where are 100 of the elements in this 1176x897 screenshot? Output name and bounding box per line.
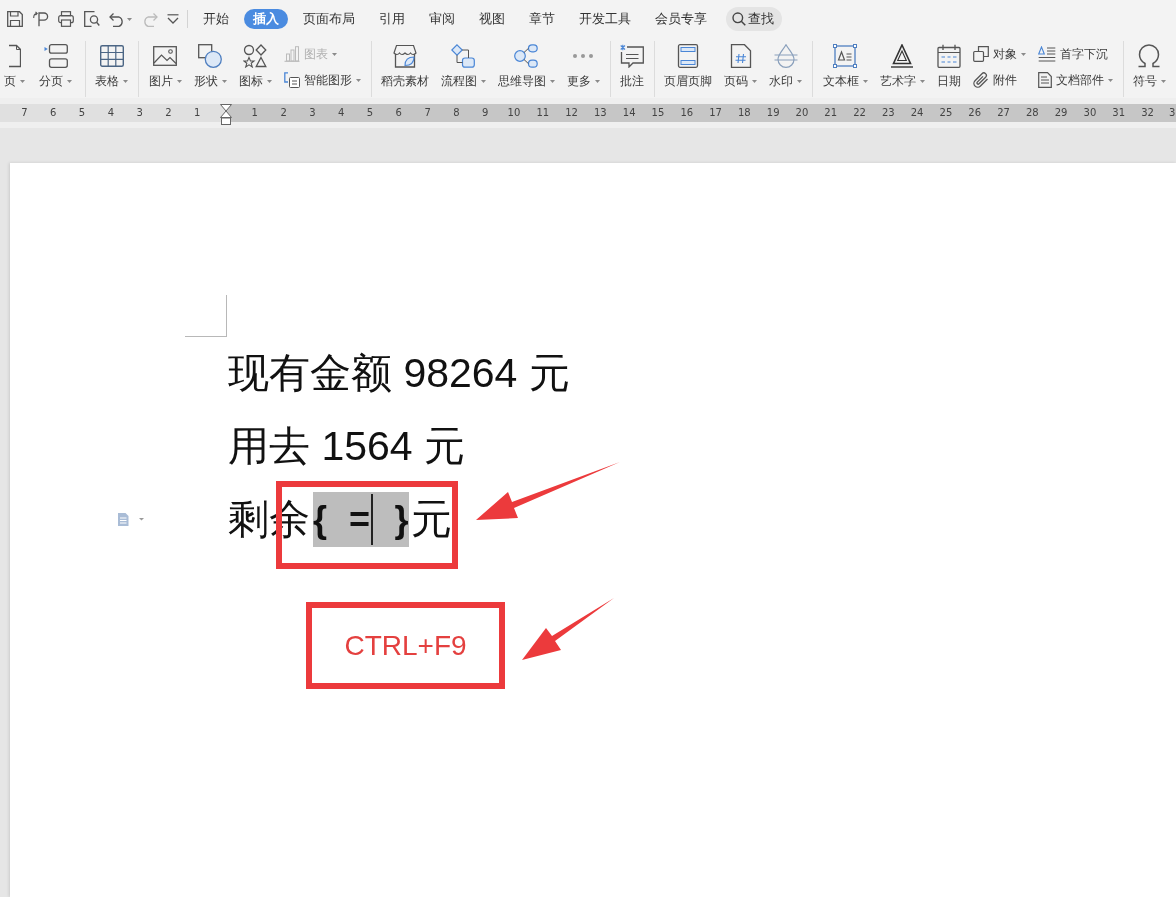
caret-icon bbox=[797, 79, 803, 83]
ribbon-small-button[interactable]: 对象 bbox=[972, 43, 1026, 65]
ruler-number: 23 bbox=[880, 106, 896, 120]
ruler-number: 29 bbox=[1053, 106, 1069, 120]
search-icon bbox=[732, 12, 746, 26]
menu-tab[interactable]: 视图 bbox=[470, 9, 514, 29]
indent-marker[interactable] bbox=[220, 104, 232, 125]
caret-icon bbox=[1020, 52, 1026, 56]
ruler-number: 14 bbox=[621, 106, 637, 120]
ribbon-small-button[interactable]: 智能图形 bbox=[283, 69, 361, 91]
save-icon bbox=[7, 11, 23, 27]
ruler-number: 15 bbox=[650, 106, 666, 120]
ruler-number: 19 bbox=[765, 106, 781, 120]
ruler-number: 12 bbox=[564, 106, 579, 120]
ribbon-button[interactable]: 文本框 bbox=[822, 44, 868, 88]
menu-tab[interactable]: 审阅 bbox=[420, 9, 464, 29]
ruler-number: 13 bbox=[593, 106, 608, 120]
search-button[interactable]: 查找 bbox=[726, 7, 782, 31]
ribbon-small-button[interactable]: 首字下沉 bbox=[1037, 43, 1113, 65]
ruler-number: 5 bbox=[77, 106, 87, 120]
ribbon-button[interactable]: 页码 bbox=[724, 44, 758, 88]
ruler-number: 4 bbox=[106, 106, 115, 120]
save-button[interactable] bbox=[7, 10, 23, 28]
menu-tab[interactable]: 页面布局 bbox=[294, 9, 364, 29]
menu-tab[interactable]: 开发工具 bbox=[570, 9, 640, 29]
ribbon-button[interactable]: 日期 bbox=[936, 44, 961, 88]
caret-icon bbox=[266, 79, 272, 83]
ribbon-button[interactable]: 更多 bbox=[566, 44, 600, 88]
comment-icon bbox=[620, 44, 645, 68]
ruler-number: 27 bbox=[996, 106, 1011, 120]
ribbon-button[interactable]: 流程图 bbox=[440, 44, 486, 88]
caret-icon bbox=[862, 79, 868, 83]
caret-icon bbox=[331, 52, 337, 56]
ribbon-button[interactable]: 页 bbox=[4, 44, 25, 88]
field-text: { = bbox=[313, 499, 371, 540]
ruler-number: 25 bbox=[938, 106, 954, 120]
text-boundary-mark bbox=[185, 295, 227, 337]
caret-icon bbox=[20, 79, 25, 83]
caret-icon bbox=[176, 79, 182, 83]
menu-tab[interactable]: 会员专享 bbox=[646, 9, 716, 29]
omega-icon bbox=[1137, 44, 1162, 68]
caret-icon bbox=[127, 17, 132, 21]
shortcut-callout: CTRL+F9 bbox=[306, 602, 505, 689]
caret-icon bbox=[919, 79, 925, 83]
shapes-icon bbox=[198, 44, 223, 68]
print-preview-icon bbox=[83, 11, 100, 27]
ruler-number: 2 bbox=[164, 106, 173, 120]
page-icon bbox=[8, 44, 21, 68]
ruler-number: 7 bbox=[20, 106, 29, 120]
caret-icon bbox=[480, 79, 486, 83]
export-button[interactable] bbox=[32, 10, 49, 28]
ruler-number: 4 bbox=[337, 106, 346, 120]
ruler-number: 20 bbox=[794, 106, 810, 120]
ruler-number: 1 bbox=[250, 106, 259, 120]
ribbon-button[interactable]: 艺术字 bbox=[879, 44, 925, 88]
page-break-icon bbox=[43, 44, 68, 68]
ribbon-button[interactable]: 形状 bbox=[193, 44, 227, 88]
caret-icon bbox=[67, 79, 72, 83]
ruler-number: 18 bbox=[736, 106, 752, 120]
ruler-number: 32 bbox=[1140, 106, 1155, 120]
ribbon-button[interactable]: 水印 bbox=[769, 44, 803, 88]
menu-tab[interactable]: 引用 bbox=[370, 9, 414, 29]
caret-icon bbox=[594, 79, 600, 83]
ruler-number: 9 bbox=[480, 106, 490, 120]
print-preview-button[interactable] bbox=[83, 10, 100, 28]
ribbon-small-button[interactable]: 附件 bbox=[972, 69, 1026, 91]
ruler-number: 30 bbox=[1082, 106, 1098, 120]
ruler-number: 10 bbox=[506, 106, 522, 120]
ribbon-button[interactable]: 图片 bbox=[148, 44, 182, 88]
object-icon bbox=[972, 46, 989, 62]
text-box-icon bbox=[833, 44, 858, 68]
ribbon-button[interactable]: 表格 bbox=[95, 44, 129, 88]
print-icon bbox=[58, 11, 74, 27]
ribbon-button[interactable]: 符号 bbox=[1132, 44, 1166, 88]
menu-tab[interactable]: 开始 bbox=[194, 9, 238, 29]
table-icon bbox=[99, 44, 124, 68]
ribbon-button[interactable]: 图标 bbox=[238, 44, 272, 88]
page-number-icon bbox=[728, 44, 753, 68]
ribbon-button[interactable]: 分页 bbox=[39, 44, 72, 88]
ruler-number: 3 bbox=[135, 106, 144, 120]
ribbon-button[interactable]: 稻壳素材 bbox=[380, 44, 429, 88]
document-parts-icon bbox=[1037, 72, 1052, 88]
print-button[interactable] bbox=[58, 10, 74, 28]
ribbon-button[interactable]: 思维导图 bbox=[497, 44, 555, 88]
ruler-number: 22 bbox=[852, 106, 867, 120]
ruler-number: 6 bbox=[394, 106, 403, 120]
ruler-number: 5 bbox=[365, 106, 375, 120]
field-text: } bbox=[394, 499, 409, 540]
ribbon-button[interactable]: 页眉页脚 bbox=[664, 44, 713, 88]
ruler-number: 1 bbox=[193, 106, 202, 120]
paperclip-icon bbox=[972, 72, 989, 88]
caret-icon bbox=[549, 79, 555, 83]
redo-icon bbox=[141, 11, 158, 27]
ribbon-small-button[interactable]: 文档部件 bbox=[1037, 69, 1113, 91]
ribbon-button[interactable]: 批注 bbox=[620, 44, 645, 88]
undo-button[interactable] bbox=[109, 10, 132, 28]
ruler-number: 3 bbox=[308, 106, 317, 120]
ruler-number: 28 bbox=[1024, 106, 1040, 120]
watermark-icon bbox=[773, 44, 798, 68]
menu-tab[interactable]: 章节 bbox=[520, 9, 564, 29]
